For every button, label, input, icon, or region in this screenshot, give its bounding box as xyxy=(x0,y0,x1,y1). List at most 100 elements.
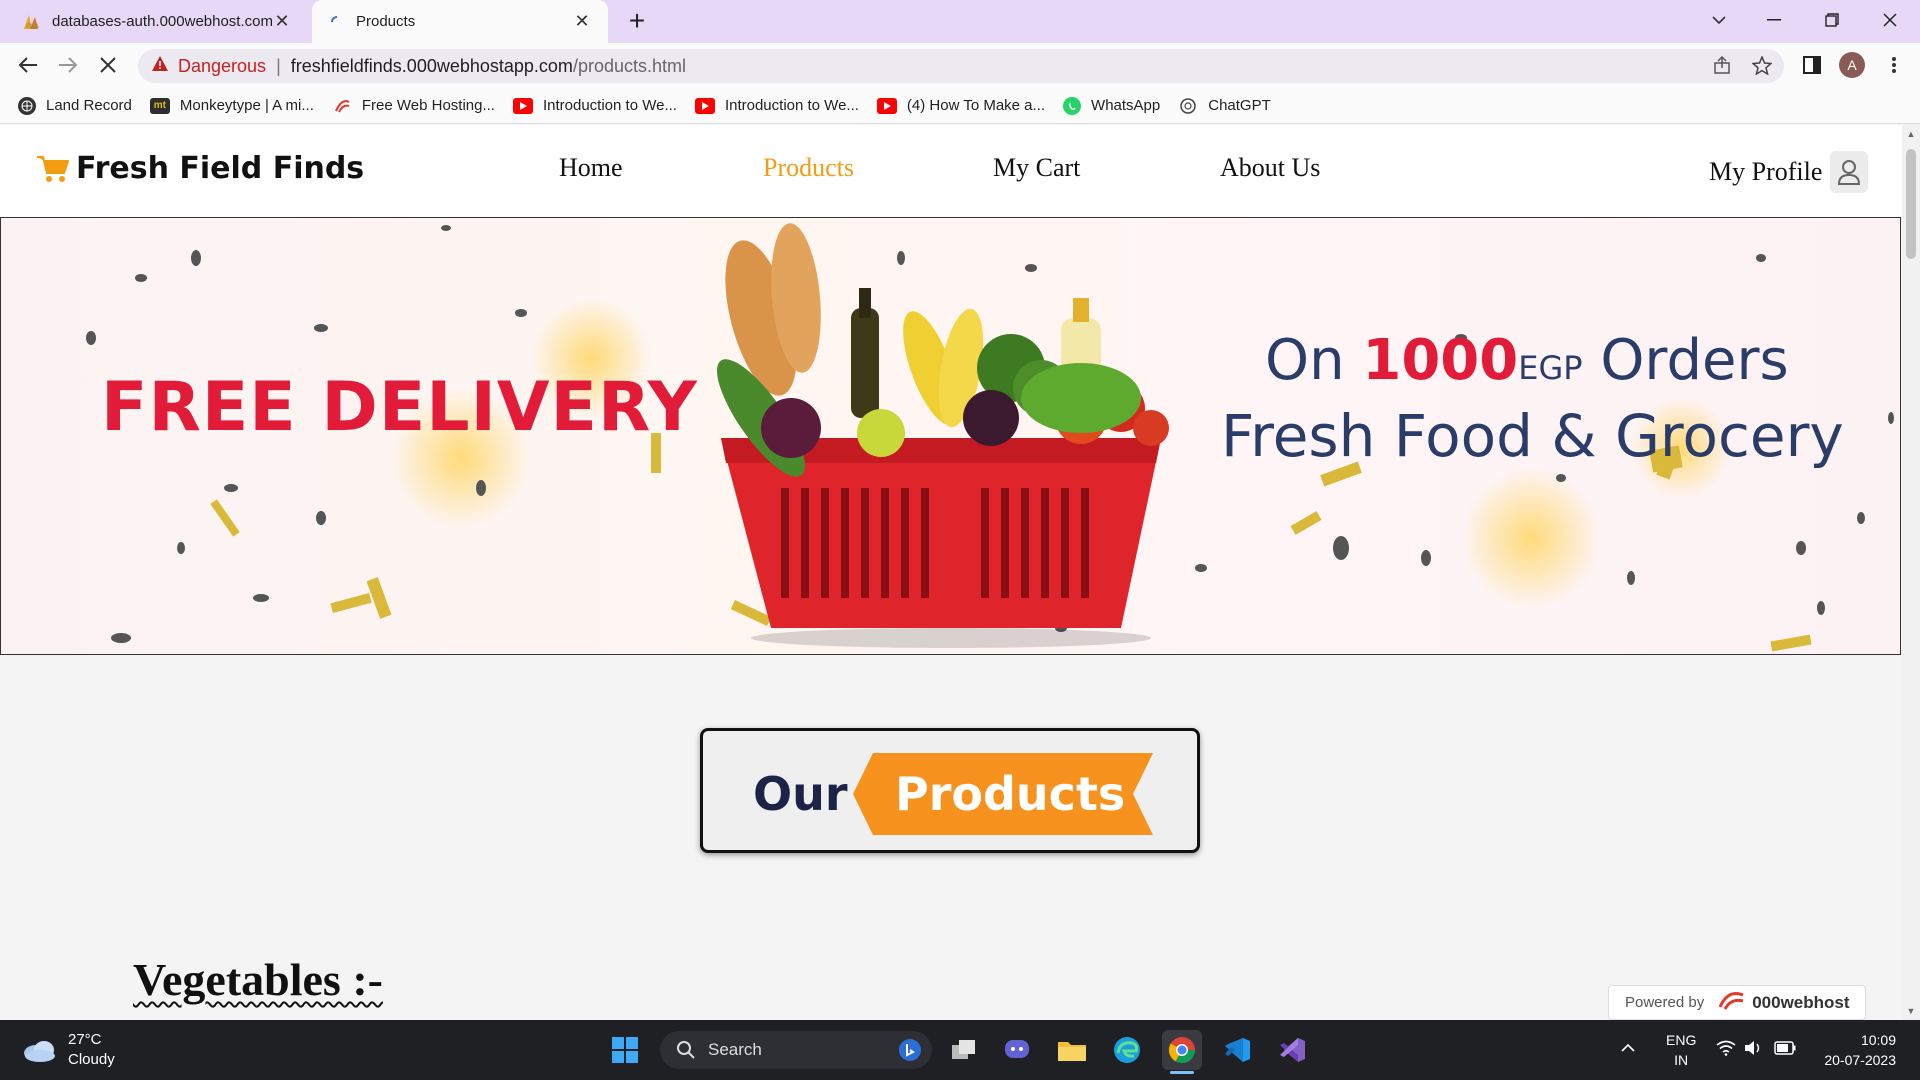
bookmark-chatgpt[interactable]: ChatGPT xyxy=(1178,97,1271,114)
taskbar-search[interactable]: Search xyxy=(660,1031,932,1069)
tab-databases-auth[interactable]: PMA databases-auth.000webhost.com ✕ xyxy=(8,0,308,43)
language-indicator[interactable]: ENG IN xyxy=(1666,1030,1696,1070)
phpmyadmin-favicon-icon: PMA xyxy=(24,13,42,31)
bookmark-youtube-2[interactable]: Introduction to We... xyxy=(694,97,859,114)
nav-products[interactable]: Products xyxy=(763,153,854,183)
stop-loading-icon[interactable] xyxy=(92,49,124,81)
security-status-label[interactable]: Dangerous xyxy=(178,56,266,77)
globe-icon xyxy=(18,96,36,115)
tab-search-chevron-icon[interactable] xyxy=(1690,0,1748,40)
menu-kebab-icon[interactable] xyxy=(1878,49,1910,81)
brand-name: Fresh Field Finds xyxy=(76,151,365,186)
youtube-icon xyxy=(694,97,715,114)
search-label: Search xyxy=(708,1040,762,1059)
scroll-down-arrow-icon[interactable]: ▼ xyxy=(1902,1006,1920,1016)
bookmark-label: Land Record xyxy=(46,97,132,114)
warning-triangle-icon[interactable] xyxy=(152,56,168,76)
new-tab-button[interactable]: + xyxy=(620,4,654,38)
whatsapp-icon xyxy=(1063,96,1082,115)
language-region: IN xyxy=(1674,1052,1689,1068)
volume-icon[interactable] xyxy=(1744,1040,1762,1061)
bookmark-star-icon[interactable] xyxy=(1746,49,1778,81)
side-panel-icon[interactable] xyxy=(1796,49,1828,81)
weather-widget[interactable]: 27°C Cloudy xyxy=(22,1030,115,1070)
file-explorer-icon[interactable] xyxy=(1052,1030,1092,1070)
share-icon[interactable] xyxy=(1706,49,1738,81)
weather-desc: Cloudy xyxy=(68,1051,115,1068)
bookmark-free-web-hosting[interactable]: Free Web Hosting... xyxy=(332,97,495,114)
edge-browser-icon[interactable] xyxy=(1107,1030,1147,1070)
vscode-icon[interactable] xyxy=(1217,1030,1257,1070)
back-arrow-icon[interactable] xyxy=(12,49,44,81)
banner-offer-currency: EGP xyxy=(1518,349,1583,387)
nav-my-cart[interactable]: My Cart xyxy=(993,153,1080,183)
powered-by-brand: 000webhost xyxy=(1752,992,1850,1012)
clock[interactable]: 10:09 20-07-2023 xyxy=(1818,1030,1896,1070)
show-hidden-icons-chevron[interactable] xyxy=(1620,1038,1636,1058)
weather-temp: 27°C xyxy=(68,1031,102,1048)
bookmark-whatsapp[interactable]: WhatsApp xyxy=(1063,96,1161,115)
banner-headline: FREE DELIVERY xyxy=(101,368,698,447)
monkeytype-icon: mt xyxy=(149,97,170,114)
battery-icon[interactable] xyxy=(1774,1040,1796,1060)
page-viewport: Fresh Field Finds Home Products My Cart … xyxy=(0,125,1920,1020)
teams-chat-icon[interactable] xyxy=(997,1030,1037,1070)
grocery-basket-illustration xyxy=(716,223,1169,648)
banner-offer-suffix: Orders xyxy=(1582,328,1789,393)
profile-avatar[interactable]: A xyxy=(1839,52,1865,78)
powered-by-badge[interactable]: Powered by 000webhost xyxy=(1608,985,1866,1020)
badge-word-products: Products xyxy=(895,767,1126,821)
nav-about-us[interactable]: About Us xyxy=(1220,153,1320,183)
bookmark-label: ChatGPT xyxy=(1208,97,1271,114)
clock-date: 20-07-2023 xyxy=(1824,1052,1896,1068)
user-icon xyxy=(1830,151,1869,193)
chrome-icon[interactable] xyxy=(1162,1030,1202,1074)
nav-home[interactable]: Home xyxy=(559,153,623,183)
bookmark-youtube-1[interactable]: Introduction to We... xyxy=(512,97,677,114)
close-tab-icon[interactable]: ✕ xyxy=(572,11,592,32)
close-tab-icon[interactable]: ✕ xyxy=(272,11,292,32)
banner-offer-line: On 1000EGP Orders xyxy=(1265,328,1789,393)
visual-studio-icon[interactable] xyxy=(1272,1030,1312,1070)
youtube-icon xyxy=(876,97,897,114)
banner-tagline: Fresh Food & Grocery xyxy=(1221,402,1844,470)
page-scrollbar[interactable]: ▲ ▼ xyxy=(1902,125,1920,1020)
windows-start-icon[interactable] xyxy=(605,1030,645,1070)
bookmark-land-record[interactable]: Land Record xyxy=(18,96,132,115)
search-icon xyxy=(677,1041,695,1059)
bookmark-youtube-3[interactable]: (4) How To Make a... xyxy=(876,97,1045,114)
site-header: Fresh Field Finds Home Products My Cart … xyxy=(0,125,1902,217)
bookmark-label: Monkeytype | A mi... xyxy=(179,97,314,114)
task-view-icon[interactable] xyxy=(944,1030,984,1070)
url-separator: | xyxy=(276,55,281,76)
bing-icon xyxy=(898,1038,922,1067)
bookmark-monkeytype[interactable]: mt Monkeytype | A mi... xyxy=(149,97,314,114)
url-field[interactable]: Dangerous | freshfieldfinds.000webhostap… xyxy=(138,49,1784,83)
close-window-icon[interactable] xyxy=(1861,0,1919,40)
minimize-icon[interactable] xyxy=(1745,0,1803,40)
bookmark-label: Introduction to We... xyxy=(724,97,859,114)
scroll-up-arrow-icon[interactable]: ▲ xyxy=(1902,129,1920,139)
000webhost-logo-icon xyxy=(1716,989,1746,1017)
tab-products[interactable]: Products ✕ xyxy=(312,0,608,43)
powered-by-label: Powered by xyxy=(1625,994,1705,1011)
url-host: freshfieldfinds.000webhostapp.com xyxy=(290,55,573,76)
wifi-icon[interactable] xyxy=(1716,1040,1736,1061)
section-title-vegetables: Vegetables :- xyxy=(133,954,383,1005)
brand[interactable]: Fresh Field Finds xyxy=(36,151,364,186)
forward-arrow-icon[interactable] xyxy=(52,49,84,81)
loading-favicon-icon xyxy=(328,13,346,31)
000webhost-icon xyxy=(332,98,352,114)
our-products-badge: Our Products xyxy=(700,728,1200,853)
banner-offer-prefix: On xyxy=(1265,328,1363,393)
windows-taskbar: 27°C Cloudy Search ENG IN 10:09 20-07-20… xyxy=(0,1020,1920,1080)
youtube-icon xyxy=(512,97,533,114)
bookmark-label: Introduction to We... xyxy=(542,97,677,114)
restore-icon[interactable] xyxy=(1803,0,1861,40)
tab-title: Products xyxy=(356,13,416,30)
scrollbar-thumb[interactable] xyxy=(1906,149,1916,259)
tab-strip: PMA databases-auth.000webhost.com ✕ Prod… xyxy=(0,0,1920,43)
bookmark-label: WhatsApp xyxy=(1091,97,1161,114)
bookmarks-bar: Land Record mt Monkeytype | A mi... Free… xyxy=(0,88,1920,124)
my-profile-link[interactable]: My Profile xyxy=(1709,151,1869,193)
